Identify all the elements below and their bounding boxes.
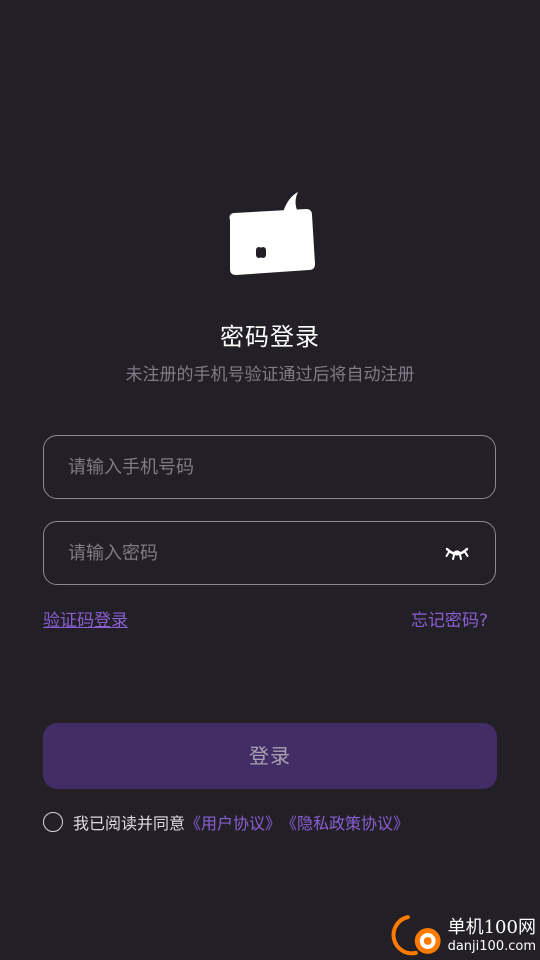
page-subtitle: 未注册的手机号验证通过后将自动注册 bbox=[125, 365, 415, 385]
eye-closed-icon[interactable] bbox=[445, 543, 469, 563]
forgot-password-link[interactable]: 忘记密码? bbox=[411, 609, 488, 633]
chat-bubble-mascot-icon bbox=[229, 192, 315, 275]
agreement-checkbox[interactable] bbox=[43, 812, 63, 832]
page-title: 密码登录 bbox=[220, 323, 320, 351]
phone-input[interactable] bbox=[68, 436, 428, 498]
user-agreement-link[interactable]: 《用户协议》 bbox=[185, 810, 281, 834]
password-input[interactable] bbox=[68, 522, 428, 584]
watermark-name: 单机100网 bbox=[447, 916, 536, 938]
watermark: 单机100网 danji100.com bbox=[386, 912, 536, 958]
agreement-row: 我已阅读并同意 《用户协议》 《隐私政策协议》 bbox=[43, 810, 409, 834]
phone-field[interactable] bbox=[43, 435, 496, 499]
watermark-logo-icon bbox=[391, 915, 441, 956]
login-button[interactable]: 登录 bbox=[43, 723, 497, 789]
sms-login-link[interactable]: 验证码登录 bbox=[43, 609, 128, 633]
watermark-domain: danji100.com bbox=[447, 938, 536, 954]
agreement-prefix: 我已阅读并同意 bbox=[73, 814, 186, 833]
privacy-policy-link[interactable]: 《隐私政策协议》 bbox=[281, 810, 409, 834]
password-field[interactable] bbox=[43, 521, 496, 585]
